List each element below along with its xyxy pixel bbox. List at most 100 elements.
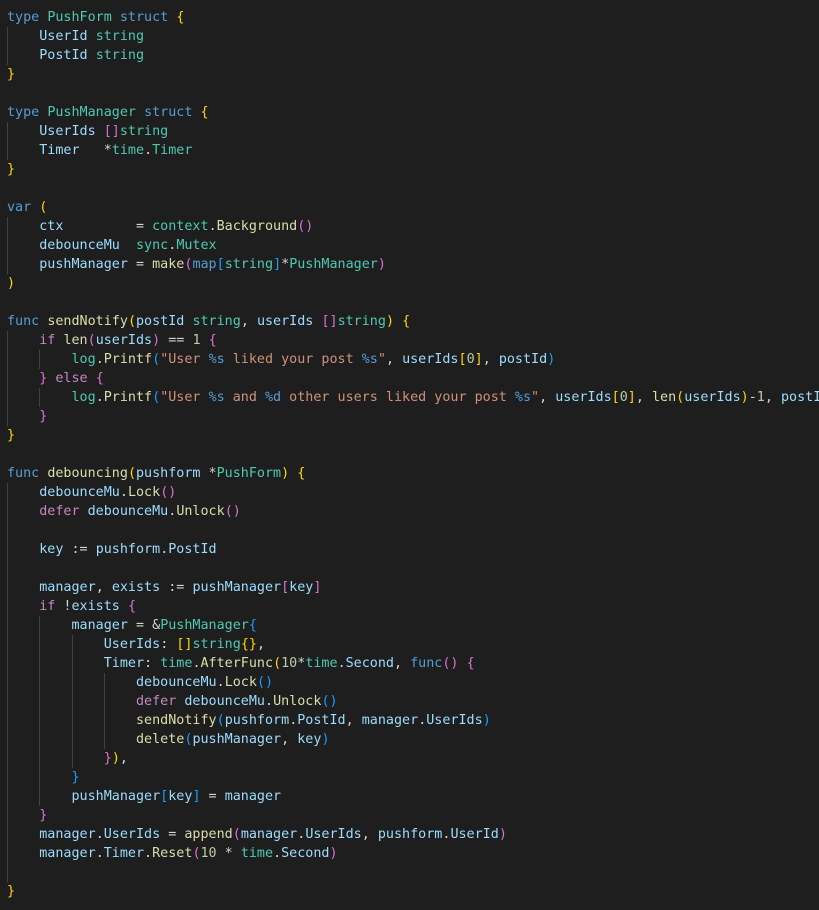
code-token: . — [273, 846, 282, 861]
code-line[interactable]: key := pushform.PostId — [0, 540, 819, 559]
code-line[interactable]: Timer: time.AfterFunc(10*time.Second, fu… — [0, 654, 819, 673]
code-line[interactable]: defer debounceMu.Unlock() — [0, 502, 819, 521]
code-token: debounceMu — [39, 485, 120, 500]
code-token: () — [160, 485, 177, 500]
code-line[interactable]: }), — [0, 749, 819, 768]
code-line[interactable]: UserIds []string — [0, 122, 819, 141]
code-token: Timer — [39, 143, 80, 158]
code-line[interactable]: debounceMu sync.Mutex — [0, 236, 819, 255]
code-line[interactable]: } — [0, 407, 819, 426]
code-line[interactable] — [0, 84, 819, 103]
code-line[interactable]: } — [0, 426, 819, 445]
code-line[interactable]: var ( — [0, 198, 819, 217]
code-token: time — [240, 846, 274, 861]
code-editor[interactable]: type PushForm struct { UserId string Pos… — [0, 0, 819, 910]
code-token: UserIds — [103, 827, 161, 842]
code-token: { — [200, 105, 209, 120]
code-token: () — [442, 656, 459, 671]
code-token: { — [176, 10, 185, 25]
code-token: pushform — [224, 713, 290, 728]
code-token: exists — [71, 599, 120, 614]
code-line[interactable]: manager = &PushManager{ — [0, 616, 819, 635]
code-token: 1 — [756, 390, 765, 405]
code-line[interactable]: defer debounceMu.Unlock() — [0, 692, 819, 711]
indent-guide — [7, 730, 8, 749]
code-line[interactable]: pushManager[key] = manager — [0, 787, 819, 806]
code-token: %s — [208, 352, 225, 367]
code-line[interactable]: sendNotify(pushform.PostId, manager.User… — [0, 711, 819, 730]
code-line[interactable]: func sendNotify(postId string, userIds [… — [0, 312, 819, 331]
code-line[interactable]: } — [0, 806, 819, 825]
code-line[interactable] — [0, 521, 819, 540]
code-token: string — [337, 314, 386, 329]
code-token: debounceMu — [87, 504, 169, 519]
code-line[interactable] — [0, 863, 819, 882]
code-line[interactable]: pushManager = make(map[string]*PushManag… — [0, 255, 819, 274]
code-line[interactable]: } else { — [0, 369, 819, 388]
code-token: key — [39, 542, 64, 557]
code-line[interactable]: delete(pushManager, key) — [0, 730, 819, 749]
code-token: . — [95, 352, 104, 367]
code-line[interactable]: manager, exists := pushManager[key] — [0, 578, 819, 597]
indent-guide — [7, 217, 8, 236]
code-line[interactable]: type PushForm struct { — [0, 8, 819, 27]
code-line[interactable]: debounceMu.Lock() — [0, 673, 819, 692]
code-line[interactable]: ctx = context.Background() — [0, 217, 819, 236]
code-token: , — [361, 827, 378, 842]
code-token: %s — [514, 390, 532, 405]
code-token: Mutex — [176, 238, 217, 253]
code-token: "User — [160, 390, 209, 405]
indent-guide — [7, 768, 8, 787]
code-token: debouncing — [47, 466, 128, 481]
code-line[interactable]: UserId string — [0, 27, 819, 46]
indent-guide — [39, 730, 41, 749]
code-line[interactable]: log.Printf("User %s and %d other users l… — [0, 388, 819, 407]
code-line[interactable]: PostId string — [0, 46, 819, 65]
code-content[interactable]: type PushForm struct { UserId string Pos… — [0, 8, 819, 901]
indent-guide — [7, 141, 8, 160]
indent-guide — [7, 825, 8, 844]
code-token: key — [168, 789, 193, 804]
code-line[interactable]: manager.Timer.Reset(10 * time.Second) — [0, 844, 819, 863]
code-token: and — [224, 390, 265, 405]
code-line[interactable]: UserIds: []string{}, — [0, 635, 819, 654]
code-line[interactable]: manager.UserIds = append(manager.UserIds… — [0, 825, 819, 844]
code-token: ( — [127, 314, 136, 329]
code-line[interactable]: type PushManager struct { — [0, 103, 819, 122]
code-token: == — [160, 333, 193, 348]
code-token: postId — [136, 314, 185, 329]
code-token: } — [39, 409, 48, 424]
code-token: , — [635, 390, 652, 405]
code-line[interactable]: func debouncing(pushform *PushForm) { — [0, 464, 819, 483]
code-line[interactable]: Timer *time.Timer — [0, 141, 819, 160]
indent-guide — [103, 673, 105, 692]
code-line[interactable] — [0, 179, 819, 198]
code-line[interactable]: } — [0, 65, 819, 84]
code-token: manager — [71, 618, 128, 633]
code-line[interactable]: if !exists { — [0, 597, 819, 616]
indent-guide — [39, 768, 41, 787]
code-token: . — [216, 675, 225, 690]
indent-guide — [7, 27, 8, 46]
code-token: liked your post — [224, 352, 362, 367]
code-line[interactable] — [0, 445, 819, 464]
code-line[interactable]: ) — [0, 274, 819, 293]
code-line[interactable]: } — [0, 768, 819, 787]
code-line[interactable] — [0, 293, 819, 312]
code-token: sync — [136, 238, 169, 253]
code-line[interactable]: debounceMu.Lock() — [0, 483, 819, 502]
code-token: " — [377, 352, 386, 367]
code-line[interactable]: log.Printf("User %s liked your post %s",… — [0, 350, 819, 369]
code-token: := — [63, 542, 96, 557]
code-line[interactable]: if len(userIds) == 1 { — [0, 331, 819, 350]
code-line[interactable]: } — [0, 882, 819, 901]
code-line[interactable]: } — [0, 160, 819, 179]
code-token: append — [184, 827, 233, 842]
code-token: . — [337, 656, 346, 671]
code-line[interactable] — [0, 559, 819, 578]
